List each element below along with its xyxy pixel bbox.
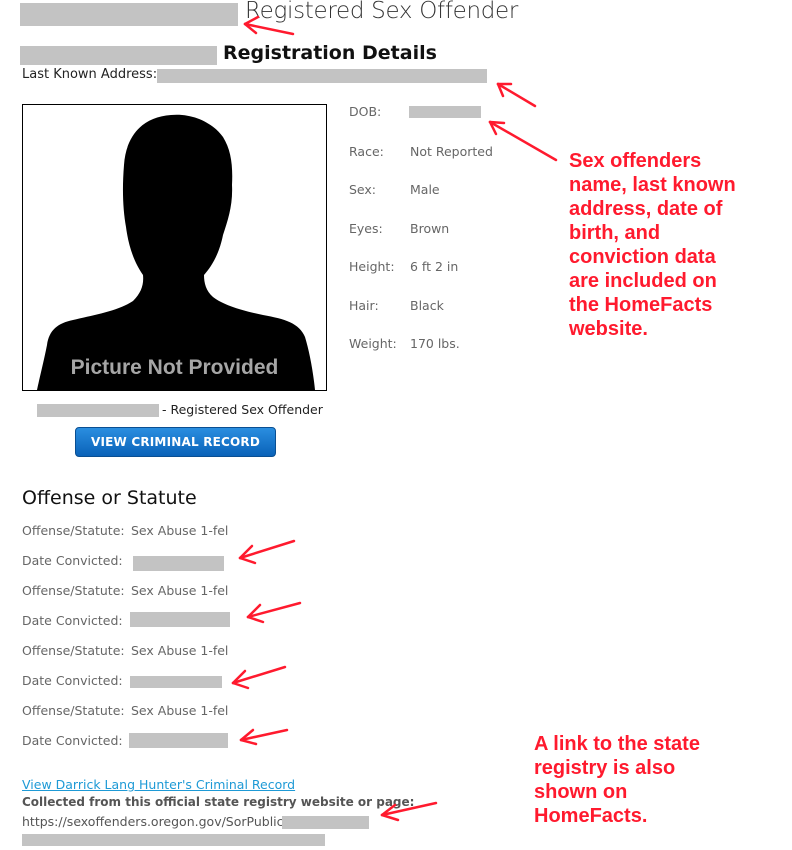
race-value: Not Reported (410, 144, 493, 159)
weight-value: 170 lbs. (410, 336, 460, 351)
date-convicted-label: Date Convicted: (22, 733, 123, 748)
redacted-date-convicted (130, 676, 222, 688)
last-known-address-label: Last Known Address: (22, 67, 158, 82)
arrow-icon (231, 665, 287, 690)
redacted-date-convicted (130, 612, 230, 627)
annotation-registry-link: A link to the state registry is also sho… (534, 733, 700, 827)
date-convicted-label: Date Convicted: (22, 613, 123, 628)
redacted-address (157, 69, 487, 83)
race-label: Race: (349, 144, 384, 159)
offender-photo-placeholder: Picture Not Provided (22, 104, 327, 391)
redacted-dob (409, 106, 481, 118)
redacted-name-title (20, 3, 238, 26)
arrow-icon (488, 120, 558, 162)
offense-section-title: Offense or Statute (22, 487, 197, 509)
redacted-url-path (282, 816, 369, 829)
offender-name-caption: - Registered Sex Offender (162, 402, 323, 417)
arrow-icon (496, 82, 537, 108)
offense-label: Offense/Statute: (22, 703, 125, 718)
dob-label: DOB: (349, 104, 382, 119)
date-convicted-label: Date Convicted: (22, 553, 123, 568)
annotation-personal-data: Sex offenders name, last known address, … (569, 150, 736, 340)
offense-value: Sex Abuse 1-fel (131, 643, 229, 658)
offense-label: Offense/Statute: (22, 583, 125, 598)
picture-not-provided-text: Picture Not Provided (70, 356, 279, 379)
eyes-value: Brown (410, 221, 450, 236)
collected-from-text: Collected from this official state regis… (22, 795, 415, 809)
sex-value: Male (410, 182, 440, 197)
registry-url: https://sexoffenders.oregon.gov/SorPubli… (22, 814, 288, 829)
offense-value: Sex Abuse 1-fel (131, 703, 229, 718)
redacted-date-convicted (133, 556, 224, 571)
redacted-url-continuation (22, 834, 325, 846)
date-convicted-label: Date Convicted: (22, 673, 123, 688)
registration-details-heading: Registration Details (223, 42, 437, 64)
redacted-offender-name (37, 404, 159, 417)
offense-label: Offense/Statute: (22, 643, 125, 658)
redacted-date-convicted (129, 733, 228, 748)
hair-label: Hair: (349, 298, 379, 313)
page-title: Registered Sex Offender (245, 0, 519, 24)
view-criminal-record-button[interactable]: VIEW CRIMINAL RECORD (75, 427, 276, 457)
arrow-icon (246, 601, 302, 624)
height-label: Height: (349, 259, 395, 274)
offense-label: Offense/Statute: (22, 523, 125, 538)
arrow-icon (239, 728, 289, 746)
redacted-name-subtitle (20, 46, 217, 65)
eyes-label: Eyes: (349, 221, 383, 236)
offense-value: Sex Abuse 1-fel (131, 523, 229, 538)
weight-label: Weight: (349, 336, 397, 351)
sex-label: Sex: (349, 182, 377, 197)
view-criminal-record-link[interactable]: View Darrick Lang Hunter's Criminal Reco… (22, 777, 295, 792)
height-value: 6 ft 2 in (410, 259, 459, 274)
hair-value: Black (410, 298, 444, 313)
arrow-icon (238, 539, 296, 565)
offense-value: Sex Abuse 1-fel (131, 583, 229, 598)
silhouette-icon (37, 114, 315, 390)
